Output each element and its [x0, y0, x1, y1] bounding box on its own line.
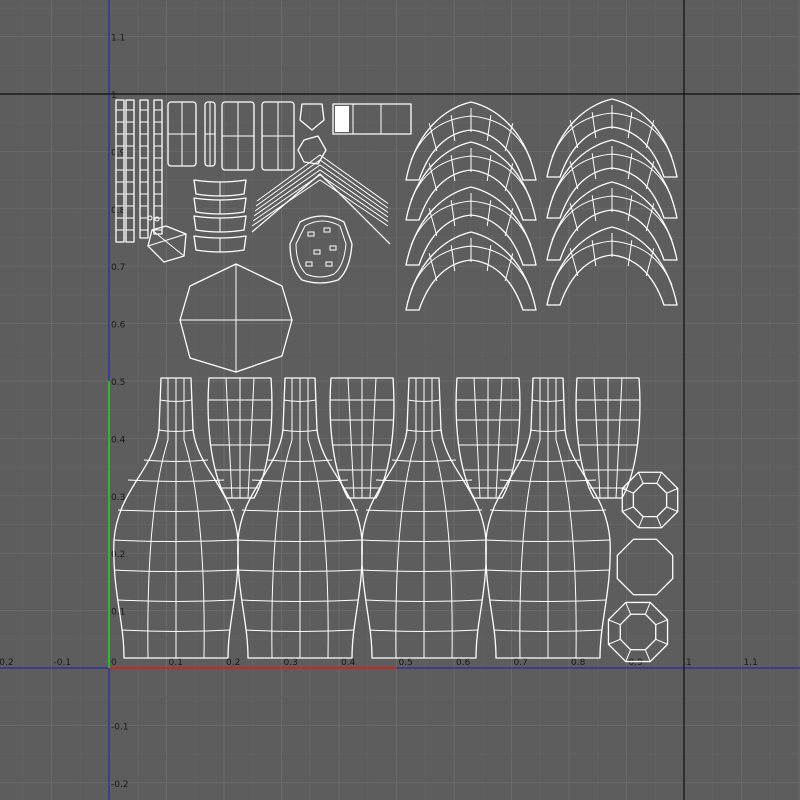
bottle-seam — [183, 378, 205, 659]
cap-shell-bottom[interactable] — [607, 601, 669, 663]
small-hex-shell[interactable] — [297, 135, 327, 165]
chevron-strip-shells[interactable] — [251, 154, 391, 245]
u-tick-label: 0.7 — [514, 658, 528, 668]
cap-edge — [655, 619, 668, 626]
label-tile-filled — [335, 106, 349, 132]
cap-shell-top[interactable] — [621, 471, 679, 529]
cap-edge — [656, 516, 662, 528]
cap-edge — [644, 602, 651, 615]
cap-edge — [608, 638, 621, 645]
decal-mark — [329, 245, 337, 251]
v-tick-label: 0.3 — [111, 493, 125, 503]
strip-shells[interactable] — [115, 99, 163, 243]
cap-edge — [622, 488, 634, 494]
v-tick-label: 0.4 — [111, 435, 126, 445]
uv-editor-viewport[interactable]: -0.2 -0.1 0 0.1 0.2 0.3 0.4 0.5 0.6 0.7 0.8 0.9 1 1.1… — [0, 0, 800, 800]
strip-outline[interactable] — [125, 99, 135, 243]
u-tick-label: 0 — [111, 658, 117, 668]
bottle-seam — [395, 378, 417, 659]
cap-inner[interactable] — [619, 613, 657, 651]
v-tick-label: 1.1 — [111, 34, 125, 44]
bottle-seam — [431, 378, 453, 659]
hex-decal-shell[interactable] — [289, 215, 353, 284]
v-tick-label: 0.1 — [111, 608, 125, 618]
bottle-seam — [147, 378, 169, 659]
cap-edge — [638, 472, 644, 484]
u-tick-label: 0.2 — [226, 658, 240, 668]
v-tick-label: 0.6 — [111, 321, 126, 331]
tick-labels: -0.2 -0.1 0 0.1 0.2 0.3 0.4 0.5 0.6 0.7 0.8 0.9 1 1.1… — [0, 34, 758, 790]
cap-edge — [656, 472, 662, 484]
cap-edge — [608, 619, 621, 626]
cap-inner[interactable] — [632, 482, 668, 518]
decal-mark — [305, 261, 313, 267]
bottle-seam — [519, 378, 541, 659]
v-tick-label: -0.1 — [111, 722, 129, 732]
u-tick-label: 0.1 — [169, 658, 183, 668]
decal-mark — [307, 231, 315, 237]
label-tiles-shell[interactable] — [332, 103, 412, 135]
cap-outer[interactable] — [621, 471, 679, 529]
u-tick-label: -0.1 — [54, 658, 72, 668]
u-tick-label: 1 — [686, 658, 692, 668]
u-tick-label: 0.6 — [456, 658, 471, 668]
decal-mark — [323, 227, 331, 233]
v-tick-label: 0.7 — [111, 263, 125, 273]
strip-outline[interactable] — [115, 99, 125, 243]
decal-mark — [325, 261, 333, 267]
bottle-seam — [555, 378, 577, 659]
uv-canvas[interactable]: -0.2 -0.1 0 0.1 0.2 0.3 0.4 0.5 0.6 0.7 0.8 0.9 1 1.1… — [0, 0, 800, 800]
cap-edge — [644, 649, 651, 662]
cap-edge — [622, 506, 634, 512]
cap-outer[interactable] — [616, 538, 674, 596]
uv-axes — [0, 0, 800, 800]
strip-outline[interactable] — [139, 99, 149, 239]
cap-edge — [666, 506, 678, 512]
bottle-seam — [307, 378, 329, 659]
u-tick-label: -0.2 — [0, 658, 14, 668]
cap-outer[interactable] — [607, 601, 669, 663]
small-pent-shell[interactable] — [299, 103, 325, 131]
stacked-tiles-shell[interactable] — [193, 179, 247, 253]
strip-outline[interactable] — [153, 99, 163, 235]
cap-edge — [638, 516, 644, 528]
uv-shells[interactable] — [113, 98, 679, 663]
cap-edge — [666, 488, 678, 494]
u-tick-label: 0.4 — [341, 658, 356, 668]
cap-edge — [655, 638, 668, 645]
v-tick-label: -0.2 — [111, 780, 129, 790]
u-tick-label: 0.3 — [284, 658, 298, 668]
v-tick-label: 0.5 — [111, 378, 125, 388]
uv-grid — [0, 0, 800, 800]
decal-mark — [313, 249, 321, 255]
u-tick-label: 0.5 — [399, 658, 413, 668]
u-tick-label: 0.9 — [629, 658, 644, 668]
cap-shell-mid[interactable] — [616, 538, 674, 596]
base-octagon-shell[interactable] — [179, 263, 293, 373]
u-tick-label: 0.8 — [571, 658, 586, 668]
u-tick-label: 1.1 — [744, 658, 758, 668]
hex-decal-outline[interactable] — [289, 215, 353, 284]
small-quad-shells[interactable] — [167, 101, 327, 171]
